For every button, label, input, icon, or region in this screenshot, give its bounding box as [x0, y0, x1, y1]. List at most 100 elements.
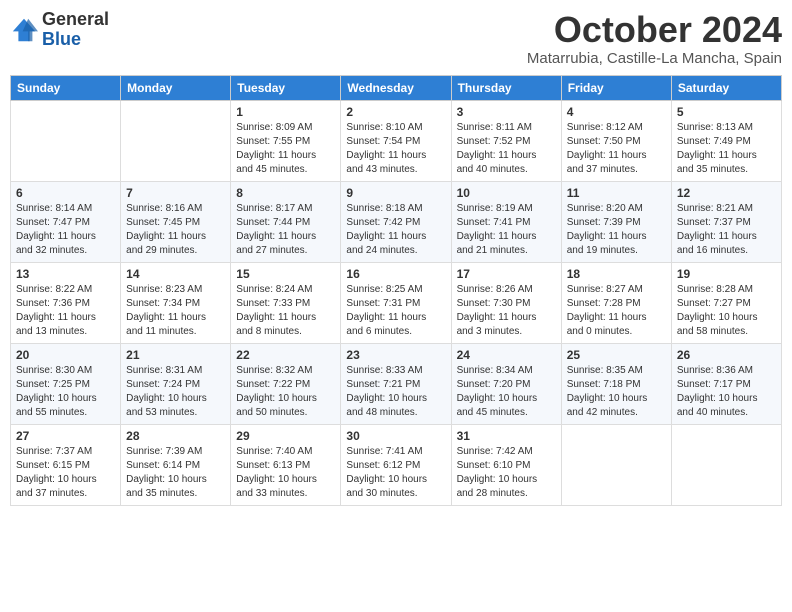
- calendar-cell: 2 Sunrise: 8:10 AM Sunset: 7:54 PM Daylig…: [341, 100, 451, 181]
- calendar-header-sunday: Sunday: [11, 75, 121, 100]
- day-number: 24: [457, 348, 556, 362]
- calendar-cell: 17 Sunrise: 8:26 AM Sunset: 7:30 PM Dayli…: [451, 262, 561, 343]
- day-number: 10: [457, 186, 556, 200]
- day-number: 15: [236, 267, 335, 281]
- day-number: 21: [126, 348, 225, 362]
- day-detail: Sunrise: 8:27 AM Sunset: 7:28 PM Dayligh…: [567, 283, 666, 339]
- day-detail: Sunrise: 8:32 AM Sunset: 7:22 PM Dayligh…: [236, 364, 335, 420]
- day-detail: Sunrise: 8:12 AM Sunset: 7:50 PM Dayligh…: [567, 121, 666, 177]
- calendar-cell: 16 Sunrise: 8:25 AM Sunset: 7:31 PM Dayli…: [341, 262, 451, 343]
- day-detail: Sunrise: 8:11 AM Sunset: 7:52 PM Dayligh…: [457, 121, 556, 177]
- day-detail: Sunrise: 8:14 AM Sunset: 7:47 PM Dayligh…: [16, 202, 115, 258]
- calendar-cell: 23Sunrise: 8:33 AM Sunset: 7:21 PM Dayli…: [341, 343, 451, 424]
- calendar-cell: 30 Sunrise: 7:41 AM Sunset: 6:12 PM Dayli…: [341, 424, 451, 505]
- calendar-cell: 8 Sunrise: 8:17 AM Sunset: 7:44 PM Daylig…: [231, 181, 341, 262]
- calendar-week-row: 6 Sunrise: 8:14 AM Sunset: 7:47 PM Daylig…: [11, 181, 782, 262]
- calendar-cell: 31Sunrise: 7:42 AM Sunset: 6:10 PM Dayli…: [451, 424, 561, 505]
- calendar-header-saturday: Saturday: [671, 75, 781, 100]
- day-number: 8: [236, 186, 335, 200]
- day-detail: Sunrise: 7:40 AM Sunset: 6:13 PM Dayligh…: [236, 445, 335, 501]
- day-detail: Sunrise: 8:31 AM Sunset: 7:24 PM Dayligh…: [126, 364, 225, 420]
- day-detail: Sunrise: 8:30 AM Sunset: 7:25 PM Dayligh…: [16, 364, 115, 420]
- day-detail: Sunrise: 8:18 AM Sunset: 7:42 PM Dayligh…: [346, 202, 445, 258]
- calendar-week-row: 20 Sunrise: 8:30 AM Sunset: 7:25 PM Dayli…: [11, 343, 782, 424]
- day-detail: Sunrise: 7:41 AM Sunset: 6:12 PM Dayligh…: [346, 445, 445, 501]
- calendar-cell: 1Sunrise: 8:09 AM Sunset: 7:55 PM Daylig…: [231, 100, 341, 181]
- day-detail: Sunrise: 8:35 AM Sunset: 7:18 PM Dayligh…: [567, 364, 666, 420]
- calendar-header-tuesday: Tuesday: [231, 75, 341, 100]
- day-number: 30: [346, 429, 445, 443]
- calendar-cell: 4 Sunrise: 8:12 AM Sunset: 7:50 PM Daylig…: [561, 100, 671, 181]
- day-detail: Sunrise: 8:21 AM Sunset: 7:37 PM Dayligh…: [677, 202, 776, 258]
- calendar-cell: [11, 100, 121, 181]
- page-header: General Blue October 2024 Matarrubia, Ca…: [10, 10, 782, 67]
- calendar-cell: 29 Sunrise: 7:40 AM Sunset: 6:13 PM Dayli…: [231, 424, 341, 505]
- day-detail: Sunrise: 8:28 AM Sunset: 7:27 PM Dayligh…: [677, 283, 776, 339]
- calendar-cell: 12Sunrise: 8:21 AM Sunset: 7:37 PM Dayli…: [671, 181, 781, 262]
- day-detail: Sunrise: 7:37 AM Sunset: 6:15 PM Dayligh…: [16, 445, 115, 501]
- title-block: October 2024 Matarrubia, Castille-La Man…: [527, 10, 782, 67]
- calendar-cell: 27 Sunrise: 7:37 AM Sunset: 6:15 PM Dayli…: [11, 424, 121, 505]
- calendar-week-row: 27 Sunrise: 7:37 AM Sunset: 6:15 PM Dayli…: [11, 424, 782, 505]
- day-number: 1: [236, 105, 335, 119]
- calendar-cell: [671, 424, 781, 505]
- calendar-table: SundayMondayTuesdayWednesdayThursdayFrid…: [10, 75, 782, 506]
- calendar-header-wednesday: Wednesday: [341, 75, 451, 100]
- calendar-cell: 3 Sunrise: 8:11 AM Sunset: 7:52 PM Daylig…: [451, 100, 561, 181]
- calendar-cell: 14Sunrise: 8:23 AM Sunset: 7:34 PM Dayli…: [121, 262, 231, 343]
- calendar-cell: 21 Sunrise: 8:31 AM Sunset: 7:24 PM Dayli…: [121, 343, 231, 424]
- location-subtitle: Matarrubia, Castille-La Mancha, Spain: [527, 50, 782, 67]
- logo-line1: General: [42, 10, 109, 30]
- day-number: 29: [236, 429, 335, 443]
- day-number: 28: [126, 429, 225, 443]
- day-detail: Sunrise: 8:24 AM Sunset: 7:33 PM Dayligh…: [236, 283, 335, 339]
- calendar-cell: 7Sunrise: 8:16 AM Sunset: 7:45 PM Daylig…: [121, 181, 231, 262]
- calendar-week-row: 13 Sunrise: 8:22 AM Sunset: 7:36 PM Dayli…: [11, 262, 782, 343]
- calendar-header-row: SundayMondayTuesdayWednesdayThursdayFrid…: [11, 75, 782, 100]
- day-detail: Sunrise: 8:20 AM Sunset: 7:39 PM Dayligh…: [567, 202, 666, 258]
- calendar-header-thursday: Thursday: [451, 75, 561, 100]
- calendar-cell: 26 Sunrise: 8:36 AM Sunset: 7:17 PM Dayli…: [671, 343, 781, 424]
- day-number: 11: [567, 186, 666, 200]
- month-title: October 2024: [527, 10, 782, 50]
- day-number: 16: [346, 267, 445, 281]
- day-number: 27: [16, 429, 115, 443]
- day-number: 6: [16, 186, 115, 200]
- day-number: 13: [16, 267, 115, 281]
- day-detail: Sunrise: 8:36 AM Sunset: 7:17 PM Dayligh…: [677, 364, 776, 420]
- day-detail: Sunrise: 8:33 AM Sunset: 7:21 PM Dayligh…: [346, 364, 445, 420]
- calendar-header-monday: Monday: [121, 75, 231, 100]
- calendar-cell: 25 Sunrise: 8:35 AM Sunset: 7:18 PM Dayli…: [561, 343, 671, 424]
- calendar-cell: 22Sunrise: 8:32 AM Sunset: 7:22 PM Dayli…: [231, 343, 341, 424]
- logo-icon: [10, 16, 38, 44]
- calendar-cell: 11 Sunrise: 8:20 AM Sunset: 7:39 PM Dayli…: [561, 181, 671, 262]
- day-detail: Sunrise: 8:19 AM Sunset: 7:41 PM Dayligh…: [457, 202, 556, 258]
- day-detail: Sunrise: 8:22 AM Sunset: 7:36 PM Dayligh…: [16, 283, 115, 339]
- day-number: 5: [677, 105, 776, 119]
- calendar-cell: 9Sunrise: 8:18 AM Sunset: 7:42 PM Daylig…: [341, 181, 451, 262]
- day-number: 19: [677, 267, 776, 281]
- calendar-header-friday: Friday: [561, 75, 671, 100]
- day-number: 4: [567, 105, 666, 119]
- day-number: 25: [567, 348, 666, 362]
- calendar-cell: 19 Sunrise: 8:28 AM Sunset: 7:27 PM Dayli…: [671, 262, 781, 343]
- day-number: 17: [457, 267, 556, 281]
- logo: General Blue: [10, 10, 109, 50]
- day-number: 14: [126, 267, 225, 281]
- logo-line2: Blue: [42, 30, 109, 50]
- calendar-cell: 6 Sunrise: 8:14 AM Sunset: 7:47 PM Daylig…: [11, 181, 121, 262]
- calendar-cell: 13 Sunrise: 8:22 AM Sunset: 7:36 PM Dayli…: [11, 262, 121, 343]
- day-number: 3: [457, 105, 556, 119]
- day-detail: Sunrise: 8:17 AM Sunset: 7:44 PM Dayligh…: [236, 202, 335, 258]
- day-number: 18: [567, 267, 666, 281]
- day-number: 20: [16, 348, 115, 362]
- day-detail: Sunrise: 7:42 AM Sunset: 6:10 PM Dayligh…: [457, 445, 556, 501]
- day-number: 2: [346, 105, 445, 119]
- day-detail: Sunrise: 8:10 AM Sunset: 7:54 PM Dayligh…: [346, 121, 445, 177]
- day-detail: Sunrise: 8:16 AM Sunset: 7:45 PM Dayligh…: [126, 202, 225, 258]
- day-detail: Sunrise: 8:25 AM Sunset: 7:31 PM Dayligh…: [346, 283, 445, 339]
- day-number: 26: [677, 348, 776, 362]
- day-detail: Sunrise: 8:26 AM Sunset: 7:30 PM Dayligh…: [457, 283, 556, 339]
- calendar-cell: 28Sunrise: 7:39 AM Sunset: 6:14 PM Dayli…: [121, 424, 231, 505]
- calendar-cell: 18 Sunrise: 8:27 AM Sunset: 7:28 PM Dayli…: [561, 262, 671, 343]
